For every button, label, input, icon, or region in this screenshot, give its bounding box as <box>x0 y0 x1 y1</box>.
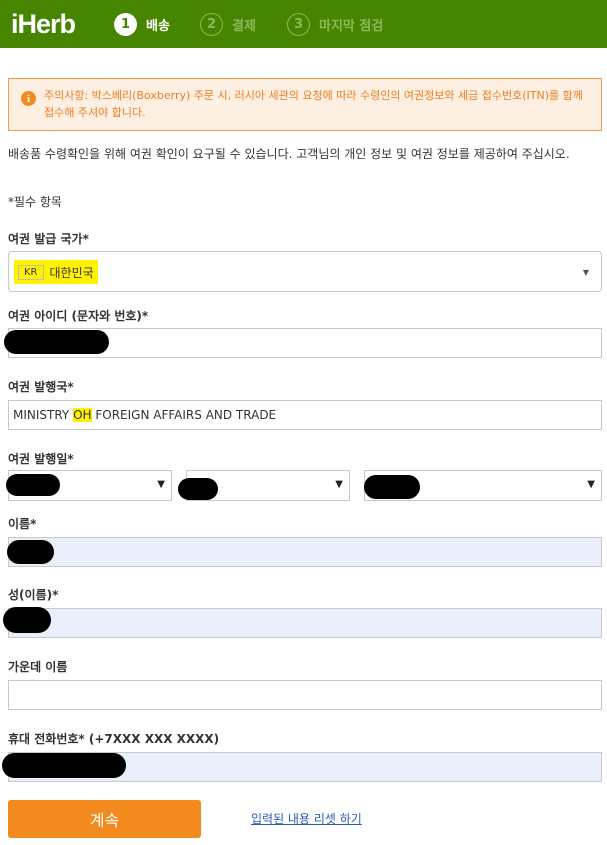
redaction-mark <box>3 607 51 633</box>
last-name-label: 성(이름)* <box>8 588 59 602</box>
issuer-value: MINISTRY OH FOREIGN AFFAIRS AND TRADE <box>13 408 276 422</box>
intro-text: 배송품 수령확인을 위해 여권 확인이 요구될 수 있습니다. 고객님의 개인 … <box>8 147 570 161</box>
middle-name-input[interactable] <box>8 680 602 710</box>
issuer-value-part: FOREIGN AFFAIRS AND TRADE <box>91 408 277 422</box>
info-icon: i <box>21 91 36 106</box>
reset-form-link[interactable]: 입력된 내용 리셋 하기 <box>251 810 362 827</box>
country-code: KR <box>18 264 44 280</box>
redaction-mark <box>364 475 420 499</box>
last-name-input[interactable] <box>8 608 602 638</box>
issuer-value-part: MINISTRY <box>13 408 74 422</box>
step-label: 마지막 점검 <box>319 18 384 34</box>
issuer-label: 여권 발행국* <box>8 380 74 394</box>
redaction-mark <box>178 478 218 500</box>
middle-name-label: 가운데 이름 <box>8 660 68 674</box>
step-final-review: 3 마지막 점검 <box>287 12 383 36</box>
caret-down-icon: ▼ <box>587 479 595 490</box>
continue-button[interactable]: 계속 <box>8 800 201 838</box>
redaction-mark <box>7 540 54 564</box>
step-shipping: 1 배송 <box>114 12 170 36</box>
notice-text: 주의사항: 박스베리(Boxberry) 주문 시, 러시아 세관의 요청에 따… <box>44 89 583 119</box>
country-name: 대한민국 <box>49 265 94 280</box>
redaction-mark <box>4 330 109 354</box>
boxberry-notice: i 주의사항: 박스베리(Boxberry) 주문 시, 러시아 세관의 요청에… <box>8 78 602 131</box>
step-label: 결제 <box>232 18 256 34</box>
step-number: 2 <box>200 12 223 36</box>
issue-date-label: 여권 발행일* <box>8 452 74 466</box>
phone-label: 휴대 전화번호* (+7XXX XXX XXXX) <box>8 732 220 746</box>
step-payment: 2 결제 <box>200 12 256 36</box>
country-select[interactable]: KR 대한민국 ▼ <box>8 251 602 292</box>
issuer-input[interactable]: MINISTRY OH FOREIGN AFFAIRS AND TRADE <box>8 400 602 430</box>
redaction-mark <box>2 753 126 778</box>
issuer-value-highlight: OH <box>73 408 92 422</box>
first-name-input[interactable] <box>8 537 602 567</box>
iherb-logo[interactable]: iHerb <box>11 9 76 39</box>
first-name-label: 이름* <box>8 517 37 531</box>
step-number: 1 <box>114 12 137 36</box>
country-selected: KR 대한민국 <box>14 260 98 284</box>
caret-down-icon: ▼ <box>157 479 165 490</box>
country-label: 여권 발급 국가* <box>8 232 89 246</box>
required-note: *필수 항목 <box>8 195 62 209</box>
passport-id-label: 여권 아이디 (문자와 번호)* <box>8 309 149 323</box>
header-bar: iHerb 1 배송 2 결제 3 마지막 점검 <box>0 0 607 48</box>
redaction-mark <box>6 474 60 496</box>
step-label: 배송 <box>146 18 170 34</box>
step-number: 3 <box>287 12 310 36</box>
caret-down-icon: ▼ <box>582 268 589 277</box>
caret-down-icon: ▼ <box>335 479 343 490</box>
